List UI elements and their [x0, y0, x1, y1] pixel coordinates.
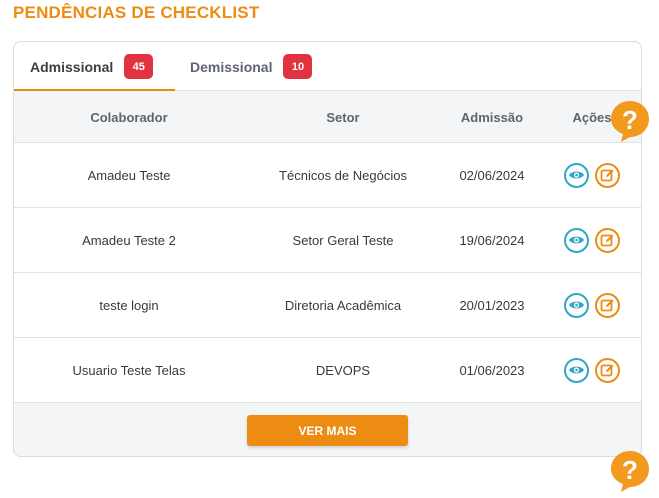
svg-text:?: ? — [622, 105, 638, 135]
cell-admissao: 20/01/2023 — [459, 297, 525, 313]
tab-demissional-count-badge: 10 — [283, 54, 313, 79]
eye-icon[interactable] — [564, 357, 589, 383]
table-row: Amadeu Teste 2 Setor Geral Teste 19/06/202… — [14, 208, 641, 273]
cell-colaborador: Amadeu Teste — [87, 167, 171, 183]
table-header: Colaborador Setor Admissão Ações — [14, 91, 641, 143]
edit-icon[interactable] — [595, 292, 620, 318]
column-header-admissao: Admissão — [460, 109, 524, 125]
column-header-setor: Setor — [326, 109, 360, 125]
table-body: Amadeu Teste Técnicos de Negócios 02/06/20… — [14, 143, 641, 403]
tab-demissional-label: Demissional — [190, 58, 273, 75]
cell-admissao: 02/06/2024 — [459, 167, 525, 183]
eye-icon[interactable] — [564, 227, 589, 253]
eye-icon[interactable] — [564, 292, 589, 318]
eye-icon[interactable] — [564, 162, 589, 188]
page-title: PENDÊNCIAS DE CHECKLIST — [13, 3, 260, 22]
cell-colaborador: Amadeu Teste 2 — [82, 232, 176, 248]
table-row: Usuario Teste Telas DEVOPS 01/06/2023 — [14, 338, 641, 403]
cell-setor: DEVOPS — [315, 362, 371, 378]
cell-setor: Diretoria Acadêmica — [284, 297, 402, 313]
cell-admissao: 19/06/2024 — [459, 232, 525, 248]
table-row: teste login Diretoria Acadêmica 20/01/2023 — [14, 273, 641, 338]
help-icon: ? — [611, 101, 649, 142]
cell-admissao: 01/06/2023 — [459, 362, 525, 378]
cell-acoes — [542, 143, 641, 207]
cell-acoes — [542, 208, 641, 272]
checklist-card: Admissional 45 Demissional 10 Colaborado… — [13, 41, 642, 457]
help-icon: ? — [611, 451, 649, 492]
tab-admissional-label: Admissional — [30, 58, 114, 75]
tab-bar: Admissional 45 Demissional 10 — [14, 42, 641, 91]
edit-icon[interactable] — [595, 357, 620, 383]
help-button-secondary[interactable]: ? — [609, 449, 651, 493]
edit-icon[interactable] — [595, 162, 620, 188]
tab-admissional[interactable]: Admissional 45 — [30, 42, 154, 91]
table-row: Amadeu Teste Técnicos de Negócios 02/06/20… — [14, 143, 641, 208]
tab-admissional-count-badge: 45 — [124, 54, 154, 79]
cell-setor: Técnicos de Negócios — [279, 167, 407, 183]
cell-colaborador: Usuario Teste Telas — [72, 362, 186, 378]
cell-setor: Setor Geral Teste — [292, 232, 394, 248]
help-button[interactable]: ? — [609, 99, 651, 143]
cell-colaborador: teste login — [99, 297, 159, 313]
column-header-colaborador: Colaborador — [90, 109, 168, 125]
cell-acoes — [542, 273, 641, 337]
ver-mais-button[interactable]: VER MAIS — [247, 415, 408, 446]
tab-demissional[interactable]: Demissional 10 — [190, 42, 313, 91]
edit-icon[interactable] — [595, 227, 620, 253]
cell-acoes — [542, 338, 641, 402]
table-footer: VER MAIS — [14, 403, 641, 456]
svg-text:?: ? — [622, 455, 638, 485]
